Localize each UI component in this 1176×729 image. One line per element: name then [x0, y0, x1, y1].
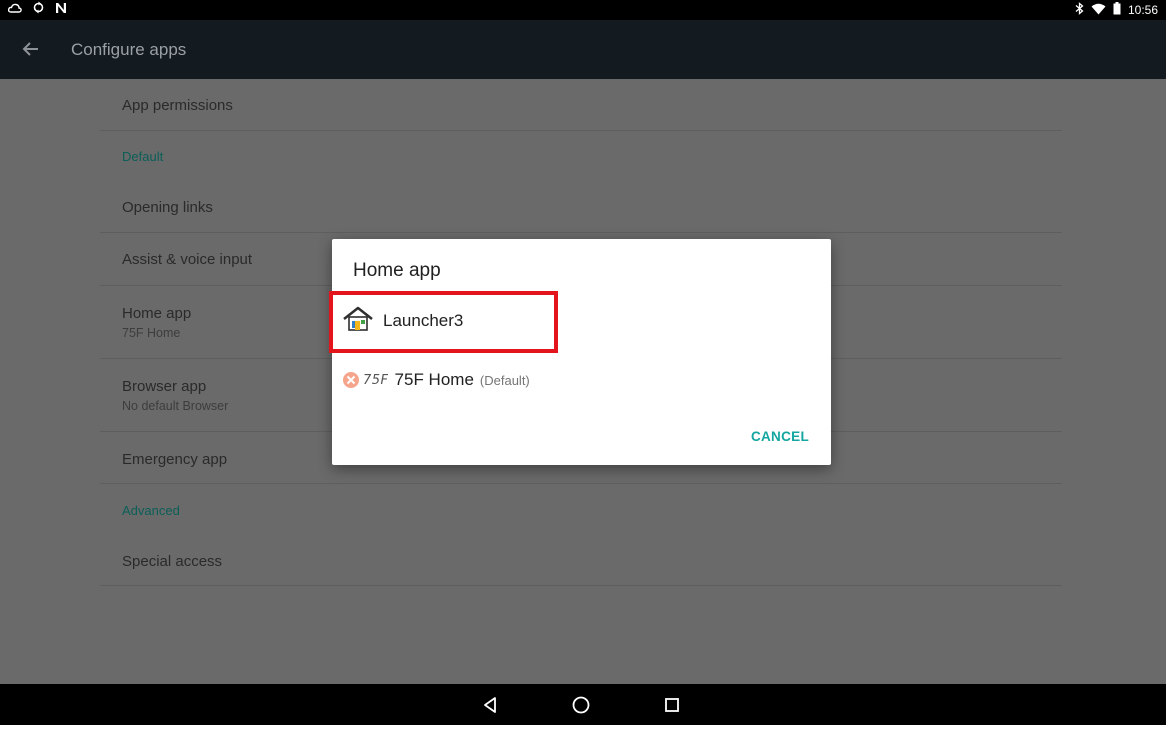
- home-app-dialog: Home app Launcher3 75F 75F Home (Default…: [329, 239, 831, 465]
- opening-links-label: Opening links: [122, 199, 213, 216]
- page-title: Configure apps: [71, 40, 187, 59]
- special-access-label: Special access: [122, 553, 223, 570]
- recents-nav-icon[interactable]: [661, 694, 683, 716]
- home-app-label: Home app: [122, 305, 192, 322]
- emergency-app-label: Emergency app: [122, 451, 228, 468]
- browser-app-label: Browser app: [122, 378, 207, 395]
- app-permissions-label: App permissions: [122, 97, 233, 114]
- action-bar: Configure apps: [0, 20, 1166, 79]
- home-nav-icon[interactable]: [570, 694, 592, 716]
- app-permissions-item[interactable]: App permissions: [100, 79, 1062, 131]
- special-access-item[interactable]: Special access: [100, 534, 1062, 586]
- 75f-home-option[interactable]: 75F 75F Home (Default): [342, 358, 530, 402]
- status-right-icons: 10:56: [1075, 2, 1158, 18]
- screen: 10:56 Configure apps App permissions Def…: [0, 0, 1166, 725]
- opening-links-item[interactable]: Opening links: [100, 182, 1062, 233]
- 75f-home-label: 75F Home: [394, 370, 474, 389]
- status-time: 10:56: [1127, 3, 1158, 17]
- assist-voice-input-label: Assist & voice input: [122, 251, 253, 268]
- bluetooth-icon: [1075, 2, 1084, 18]
- wifi-icon: [1091, 3, 1106, 18]
- status-left-icons: [7, 1, 67, 19]
- browser-app-summary: No default Browser: [122, 399, 229, 413]
- navigation-bar: [0, 684, 1166, 725]
- dialog-title: Home app: [353, 260, 441, 281]
- battery-icon: [1113, 2, 1121, 18]
- highlight-box: [329, 291, 558, 353]
- cancel-button[interactable]: CANCEL: [751, 429, 809, 444]
- advanced-section-header: Advanced: [122, 503, 180, 518]
- cloud-icon: [7, 1, 22, 19]
- back-arrow-icon[interactable]: [20, 38, 42, 60]
- default-section-header: Default: [122, 149, 164, 164]
- n-notification-icon: [55, 1, 67, 19]
- home-app-summary: 75F Home: [122, 326, 181, 340]
- status-bar: 10:56: [0, 0, 1166, 20]
- 75f-logo-icon: 75F: [342, 371, 389, 389]
- 75f-logo-text: 75F: [363, 372, 389, 388]
- sync-icon: [32, 1, 45, 19]
- default-suffix: (Default): [479, 372, 530, 388]
- back-nav-icon[interactable]: [479, 694, 501, 716]
